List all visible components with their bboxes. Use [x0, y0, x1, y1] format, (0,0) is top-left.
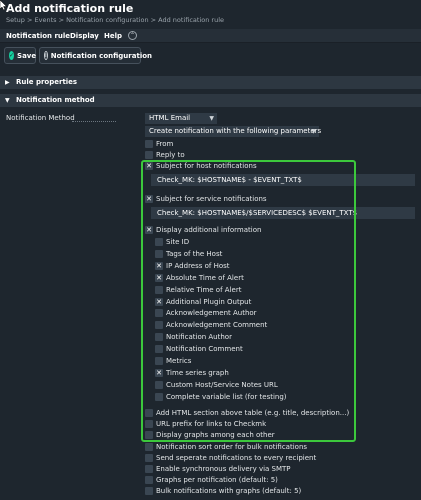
display-item-checkbox[interactable]: ✕ — [155, 368, 163, 377]
display-item-label: Acknowledgement Author — [166, 309, 257, 318]
notification-icon: i — [44, 51, 48, 60]
display-item-label: Absolute Time of Alert — [166, 273, 244, 282]
extra-option-checkbox[interactable] — [145, 431, 153, 440]
display-item-checkbox[interactable] — [155, 309, 163, 318]
display-item-label: Metrics — [166, 357, 192, 365]
chevron-down-icon: ▼ — [209, 115, 214, 122]
display-info-checkbox[interactable]: ✕ — [145, 226, 153, 234]
subject-host-label: Subject for host notifications — [156, 162, 257, 170]
collapse-menu-icon[interactable]: ⌃ — [128, 31, 137, 40]
collapse-triangle-icon: ▼ — [5, 97, 10, 104]
notification-plugin-value: HTML Email — [149, 114, 191, 122]
save-button[interactable]: ✓ Save — [4, 47, 36, 64]
section-rule-properties[interactable]: ▶ Rule properties — [0, 76, 421, 89]
extra-option-label: URL prefix for links to Checkmk — [156, 420, 267, 429]
section-notification-method-label: Notification method — [16, 96, 95, 104]
from-checkbox[interactable] — [145, 140, 153, 148]
save-button-label: Save — [17, 51, 37, 60]
page-title: Add notification rule — [6, 2, 134, 15]
subject-service-input[interactable]: Check_MK: $HOSTNAME$/$SERVICEDESC$ $EVEN… — [151, 207, 415, 219]
extra-option-label: Notification sort order for bulk notific… — [156, 442, 308, 451]
display-item-checkbox[interactable] — [155, 321, 163, 330]
menu-help[interactable]: Help — [104, 32, 122, 40]
breadcrumb[interactable]: Setup > Events > Notification configurat… — [6, 16, 224, 24]
extra-option-checkbox[interactable] — [145, 420, 153, 429]
display-item-label: Notification Comment — [166, 345, 243, 354]
display-item-checkbox[interactable]: ✕ — [155, 273, 163, 282]
subject-host-checkbox[interactable]: ✕ — [145, 162, 153, 170]
display-item-label: Complete variable list (for testing) — [166, 392, 287, 401]
extra-option-label: Graphs per notification (default: 5) — [156, 476, 278, 485]
display-item-checkbox[interactable] — [155, 238, 163, 246]
extra-option-checkbox[interactable] — [145, 487, 153, 496]
subject-service-label: Subject for service notifications — [156, 195, 267, 203]
display-item-checkbox[interactable]: ✕ — [155, 297, 163, 306]
chevron-down-icon: ▼ — [311, 128, 316, 135]
notification-configuration-label: Notification configuration — [50, 51, 153, 60]
display-item-label: Notification Author — [166, 333, 232, 342]
subject-service-checkbox[interactable]: ✕ — [145, 195, 153, 203]
menu-notification-rule[interactable]: Notification rule — [6, 32, 70, 40]
menu-bar: Notification rule Display Help ⌃ — [0, 29, 421, 43]
notification-configuration-button[interactable]: i Notification configuration — [39, 47, 152, 64]
display-item-label: Tags of the Host — [166, 249, 223, 258]
expand-triangle-icon: ▶ — [5, 79, 10, 86]
label-leader-dots — [72, 121, 116, 122]
extra-option-label: Enable synchronous delivery via SMTP — [156, 465, 291, 473]
display-item-checkbox[interactable] — [155, 345, 163, 354]
display-item-label: Relative Time of Alert — [166, 285, 242, 294]
page-header: Add notification rule Setup > Events > N… — [0, 0, 421, 28]
display-item-label: Site ID — [166, 238, 190, 246]
display-item-checkbox[interactable] — [155, 357, 163, 365]
extra-option-checkbox[interactable] — [145, 476, 153, 485]
display-item-label: Time series graph — [166, 368, 229, 377]
notification-mode-select[interactable]: Create notification with the following p… — [145, 126, 322, 137]
display-item-label: Additional Plugin Output — [166, 297, 252, 306]
display-item-checkbox[interactable] — [155, 380, 163, 389]
display-item-checkbox[interactable]: ✕ — [155, 261, 163, 270]
extra-option-checkbox[interactable] — [145, 442, 153, 451]
display-info-label: Display additional information — [156, 226, 262, 234]
display-item-checkbox[interactable] — [155, 285, 163, 294]
display-item-checkbox[interactable] — [155, 392, 163, 401]
section-rule-properties-label: Rule properties — [16, 78, 78, 86]
save-check-icon: ✓ — [9, 51, 15, 60]
display-item-checkbox[interactable] — [155, 249, 163, 258]
section-notification-method[interactable]: ▼ Notification method — [0, 94, 421, 107]
extra-option-label: Send seperate notifications to every rec… — [156, 453, 317, 462]
notification-plugin-select[interactable]: HTML Email ▼ — [145, 113, 217, 124]
display-item-checkbox[interactable] — [155, 333, 163, 342]
extra-option-checkbox[interactable] — [145, 409, 153, 417]
extra-option-label: Display graphs among each other — [156, 431, 275, 440]
display-item-label: Custom Host/Service Notes URL — [166, 380, 278, 389]
notification-method-label: Notification Method — [6, 114, 75, 122]
menu-display[interactable]: Display — [70, 32, 99, 40]
display-item-label: IP Address of Host — [166, 261, 230, 270]
notification-mode-value: Create notification with the following p… — [149, 127, 322, 135]
extra-option-checkbox[interactable] — [145, 465, 153, 473]
extra-option-label: Bulk notifications with graphs (default:… — [156, 487, 302, 496]
subject-host-input[interactable]: Check_MK: $HOSTNAME$ - $EVENT_TXT$ — [151, 174, 415, 186]
toolbar: ✓ Save i Notification configuration — [0, 44, 421, 68]
extra-option-checkbox[interactable] — [145, 453, 153, 462]
from-label: From — [156, 140, 174, 148]
extra-option-label: Add HTML section above table (e.g. title… — [156, 409, 350, 417]
display-item-label: Acknowledgement Comment — [166, 321, 268, 330]
reply-to-label: Reply to — [156, 151, 185, 159]
reply-to-checkbox[interactable] — [145, 151, 153, 159]
